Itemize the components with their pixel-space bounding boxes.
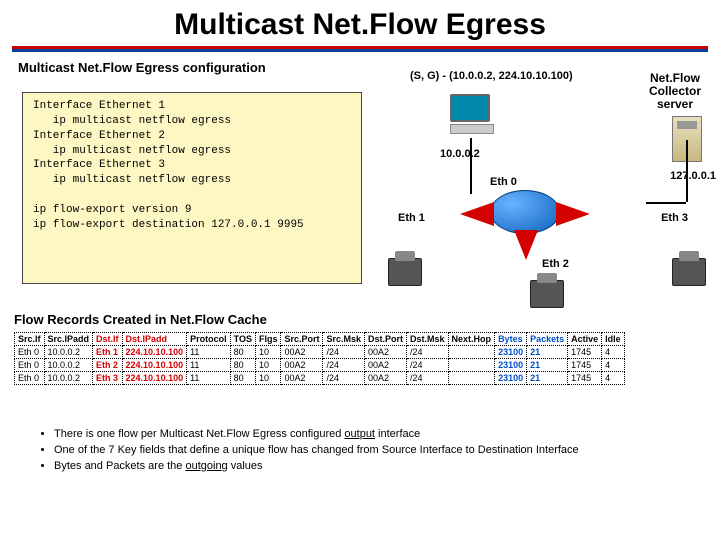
table-header-row: Src.IfSrc.IPaddDst.IfDst.IPaddProtocolTO… bbox=[15, 333, 625, 346]
table-cell bbox=[448, 372, 495, 385]
table-cell: Eth 3 bbox=[93, 372, 123, 385]
table-cell: 224.10.10.100 bbox=[122, 346, 187, 359]
col-header: Packets bbox=[527, 333, 568, 346]
col-header: Src.If bbox=[15, 333, 45, 346]
table-cell: /24 bbox=[407, 359, 449, 372]
table-cell: 1745 bbox=[568, 359, 602, 372]
table-cell: 21 bbox=[527, 346, 568, 359]
eth1-label: Eth 1 bbox=[398, 212, 425, 224]
col-header: Dst.If bbox=[93, 333, 123, 346]
table-cell: 00A2 bbox=[365, 346, 407, 359]
col-header: Idle bbox=[602, 333, 625, 346]
table-cell: 23100 bbox=[495, 346, 527, 359]
table-cell: 80 bbox=[230, 372, 255, 385]
table-cell: 11 bbox=[187, 372, 231, 385]
table-cell: Eth 1 bbox=[93, 346, 123, 359]
slide-title: Multicast Net.Flow Egress bbox=[0, 0, 720, 46]
ip-phone-icon bbox=[388, 258, 422, 286]
col-header: Dst.IPadd bbox=[122, 333, 187, 346]
table-cell: 10.0.0.2 bbox=[44, 359, 93, 372]
table-cell: 21 bbox=[527, 372, 568, 385]
notes-list: There is one flow per Multicast Net.Flow… bbox=[14, 427, 710, 475]
table-cell: 00A2 bbox=[281, 346, 323, 359]
egress-arrow-icon bbox=[556, 202, 590, 226]
link-line bbox=[646, 202, 686, 204]
title-rule bbox=[12, 46, 708, 52]
table-cell: 00A2 bbox=[281, 359, 323, 372]
table-cell: 10.0.0.2 bbox=[44, 372, 93, 385]
table-cell: 00A2 bbox=[365, 372, 407, 385]
table-cell: 00A2 bbox=[365, 359, 407, 372]
table-cell: 224.10.10.100 bbox=[122, 359, 187, 372]
table-cell: 23100 bbox=[495, 372, 527, 385]
table-cell: 80 bbox=[230, 359, 255, 372]
source-ip-label: 10.0.0.2 bbox=[440, 148, 480, 160]
col-header: Src.Port bbox=[281, 333, 323, 346]
table-cell: 11 bbox=[187, 346, 231, 359]
table-cell bbox=[448, 346, 495, 359]
ip-phone-icon bbox=[530, 280, 564, 308]
col-header: Active bbox=[568, 333, 602, 346]
flow-records-table: Src.IfSrc.IPaddDst.IfDst.IPaddProtocolTO… bbox=[14, 332, 625, 385]
table-cell: 21 bbox=[527, 359, 568, 372]
col-header: Dst.Msk bbox=[407, 333, 449, 346]
table-cell: Eth 2 bbox=[93, 359, 123, 372]
table-cell: 1745 bbox=[568, 372, 602, 385]
table-cell: Eth 0 bbox=[15, 359, 45, 372]
col-header: Flgs bbox=[255, 333, 281, 346]
egress-arrow-icon bbox=[514, 230, 538, 260]
table-cell: 80 bbox=[230, 346, 255, 359]
list-item: There is one flow per Multicast Net.Flow… bbox=[54, 427, 710, 442]
col-header: Src.IPadd bbox=[44, 333, 93, 346]
table-cell: 10 bbox=[255, 359, 281, 372]
table-row: Eth 010.0.0.2Eth 1224.10.10.10011801000A… bbox=[15, 346, 625, 359]
col-header: Src.Msk bbox=[323, 333, 365, 346]
link-line bbox=[470, 138, 472, 194]
ip-phone-icon bbox=[672, 258, 706, 286]
table-cell: 4 bbox=[602, 346, 625, 359]
table-cell: /24 bbox=[407, 372, 449, 385]
list-item: One of the 7 Key fields that define a un… bbox=[54, 443, 710, 458]
list-item: Bytes and Packets are the outgoing value… bbox=[54, 459, 710, 474]
table-cell: 224.10.10.100 bbox=[122, 372, 187, 385]
eth3-label: Eth 3 bbox=[661, 212, 688, 224]
table-cell: 23100 bbox=[495, 359, 527, 372]
source-pc-icon bbox=[450, 94, 496, 138]
table-cell: 10 bbox=[255, 346, 281, 359]
table-cell: 4 bbox=[602, 372, 625, 385]
col-header: Protocol bbox=[187, 333, 231, 346]
table-row: Eth 010.0.0.2Eth 2224.10.10.10011801000A… bbox=[15, 359, 625, 372]
table-row: Eth 010.0.0.2Eth 3224.10.10.10011801000A… bbox=[15, 372, 625, 385]
table-cell: 10.0.0.2 bbox=[44, 346, 93, 359]
table-cell: 00A2 bbox=[281, 372, 323, 385]
underlined-term: outgoing bbox=[185, 460, 227, 472]
col-header: Next.Hop bbox=[448, 333, 495, 346]
table-cell: /24 bbox=[407, 346, 449, 359]
table-cell: 1745 bbox=[568, 346, 602, 359]
table-cell: 11 bbox=[187, 359, 231, 372]
collector-label: Net.Flow Collector server bbox=[640, 72, 710, 112]
network-diagram: (S, G) - (10.0.0.2, 224.10.10.100) Net.F… bbox=[370, 70, 710, 300]
table-cell: Eth 0 bbox=[15, 372, 45, 385]
table-cell: /24 bbox=[323, 372, 365, 385]
col-header: Dst.Port bbox=[365, 333, 407, 346]
table-cell: 4 bbox=[602, 359, 625, 372]
underlined-term: output bbox=[344, 428, 375, 440]
sg-label: (S, G) - (10.0.0.2, 224.10.10.100) bbox=[410, 70, 573, 82]
server-ip-label: 127.0.0.1 bbox=[670, 170, 716, 182]
egress-arrow-icon bbox=[460, 202, 494, 226]
table-cell: /24 bbox=[323, 346, 365, 359]
cache-subtitle: Flow Records Created in Net.Flow Cache bbox=[14, 312, 267, 327]
table-cell: 10 bbox=[255, 372, 281, 385]
eth0-label: Eth 0 bbox=[490, 176, 517, 188]
config-box: Interface Ethernet 1 ip multicast netflo… bbox=[22, 92, 362, 284]
col-header: TOS bbox=[230, 333, 255, 346]
eth2-label: Eth 2 bbox=[542, 258, 569, 270]
table-cell: Eth 0 bbox=[15, 346, 45, 359]
col-header: Bytes bbox=[495, 333, 527, 346]
table-cell bbox=[448, 359, 495, 372]
router-icon bbox=[490, 190, 560, 234]
table-cell: /24 bbox=[323, 359, 365, 372]
